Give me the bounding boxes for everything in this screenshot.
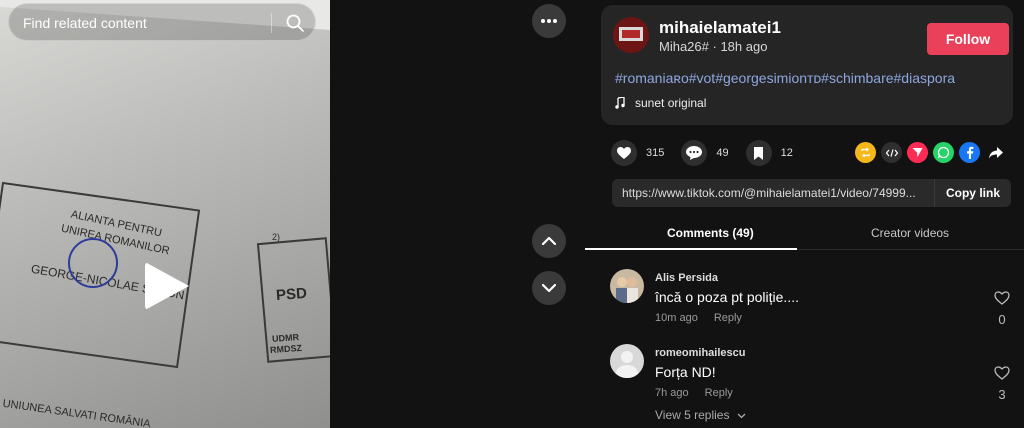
commenter-name[interactable]: Alis Persida <box>655 272 718 284</box>
save-count: 12 <box>780 147 793 159</box>
video-player[interactable]: ALIANTA PENTRU UNIREA ROMANILOR GEORGE-N… <box>0 0 330 428</box>
share-row <box>855 142 1006 163</box>
details-panel: mihaielamatei1 Miha26# · 18h ago Follow … <box>585 0 1024 428</box>
comment-meta: 7h ago Reply <box>655 387 733 399</box>
comment-meta: 10m ago Reply <box>655 312 742 324</box>
copy-link-button[interactable]: Copy link <box>934 179 1011 207</box>
sound-label[interactable]: sunet original <box>635 96 706 110</box>
share-arrow-icon[interactable] <box>985 142 1006 163</box>
more-options-button[interactable] <box>532 4 566 38</box>
comment-time: 7h ago <box>655 387 689 399</box>
repost-icon[interactable] <box>855 142 876 163</box>
save-button[interactable]: 12 <box>745 140 793 166</box>
embed-icon[interactable] <box>881 142 902 163</box>
video-url-field[interactable]: https://www.tiktok.com/@mihaielamatei1/v… <box>622 186 927 200</box>
bookmark-icon[interactable] <box>745 140 772 166</box>
ballot-number: 2) <box>272 232 281 242</box>
music-note-icon <box>615 97 625 109</box>
heart-outline-icon <box>994 291 1010 305</box>
comment-item: romeomihailescu Forța ND! 7h ago Reply 3 <box>610 344 1014 404</box>
comment-like-count: 0 <box>998 312 1006 327</box>
author-avatar[interactable] <box>613 17 649 53</box>
copy-link-bar: https://www.tiktok.com/@mihaielamatei1/v… <box>612 179 1011 207</box>
post-time: 18h ago <box>720 39 768 54</box>
chevron-down-icon <box>541 283 557 293</box>
commenter-avatar[interactable] <box>610 269 644 303</box>
panel-tabs: Comments (49) Creator videos <box>585 218 1024 250</box>
comment-like-count: 3 <box>998 387 1006 402</box>
view-replies-button[interactable]: View 5 replies <box>655 408 746 422</box>
commenter-name[interactable]: romeomihailescu <box>655 347 745 359</box>
chevron-up-icon <box>541 236 557 246</box>
chevron-down-icon <box>737 413 746 419</box>
like-count: 315 <box>646 147 665 159</box>
next-video-button[interactable] <box>532 271 566 305</box>
comment-text: Forța ND! <box>655 364 716 380</box>
reply-button[interactable]: Reply <box>705 387 733 399</box>
post-hashtags[interactable]: #romaniaʀᴏ#vot#georgesimionᴛᴅ#schimbare#… <box>615 70 955 86</box>
engagement-stats: 315 49 12 <box>611 140 810 166</box>
search-input[interactable]: Find related content <box>23 15 147 31</box>
search-divider <box>271 13 272 33</box>
whatsapp-icon[interactable] <box>933 142 954 163</box>
search-icon[interactable] <box>285 13 305 38</box>
comment-count: 49 <box>716 147 729 159</box>
comment-button[interactable]: 49 <box>681 140 729 166</box>
ballot-udmr-label: UDMR <box>271 332 300 344</box>
heart-icon[interactable] <box>611 140 637 166</box>
view-replies-label[interactable]: View 5 replies <box>655 408 729 422</box>
sound-link[interactable]: sunet original <box>615 96 706 110</box>
ballot-usr-label: UNIUNEA SALVATI ROMÂNIA <box>1 397 152 428</box>
previous-video-button[interactable] <box>532 224 566 258</box>
comment-like[interactable]: 0 <box>992 291 1012 327</box>
play-icon[interactable] <box>145 262 189 310</box>
tab-creator-videos[interactable]: Creator videos <box>871 226 949 240</box>
send-icon[interactable] <box>907 142 928 163</box>
vote-stamp <box>68 238 118 288</box>
post-info-card: mihaielamatei1 Miha26# · 18h ago Follow … <box>601 5 1013 125</box>
more-icon <box>541 19 557 23</box>
comment-item: Alis Persida încă o poza pt poliție.... … <box>610 269 1014 329</box>
tab-comments[interactable]: Comments (49) <box>667 226 754 240</box>
reply-button[interactable]: Reply <box>714 312 742 324</box>
comment-text: încă o poza pt poliție.... <box>655 289 799 305</box>
comment-like[interactable]: 3 <box>992 366 1012 402</box>
author-username[interactable]: mihaielamatei1 <box>659 18 781 38</box>
active-tab-indicator <box>585 248 797 250</box>
like-button[interactable]: 315 <box>611 140 664 166</box>
heart-outline-icon <box>994 366 1010 380</box>
facebook-icon[interactable] <box>959 142 980 163</box>
author-subline: Miha26# · 18h ago <box>659 39 768 54</box>
ballot-psd-label: PSD <box>275 284 308 305</box>
tiktok-video-page: ALIANTA PENTRU UNIREA ROMANILOR GEORGE-N… <box>0 0 1024 428</box>
follow-button[interactable]: Follow <box>927 23 1009 55</box>
commenter-avatar[interactable] <box>610 344 644 378</box>
comment-icon[interactable] <box>681 140 708 166</box>
author-nickname: Miha26# <box>659 39 709 54</box>
comment-time: 10m ago <box>655 312 698 324</box>
search-bar[interactable]: Find related content <box>8 3 316 41</box>
